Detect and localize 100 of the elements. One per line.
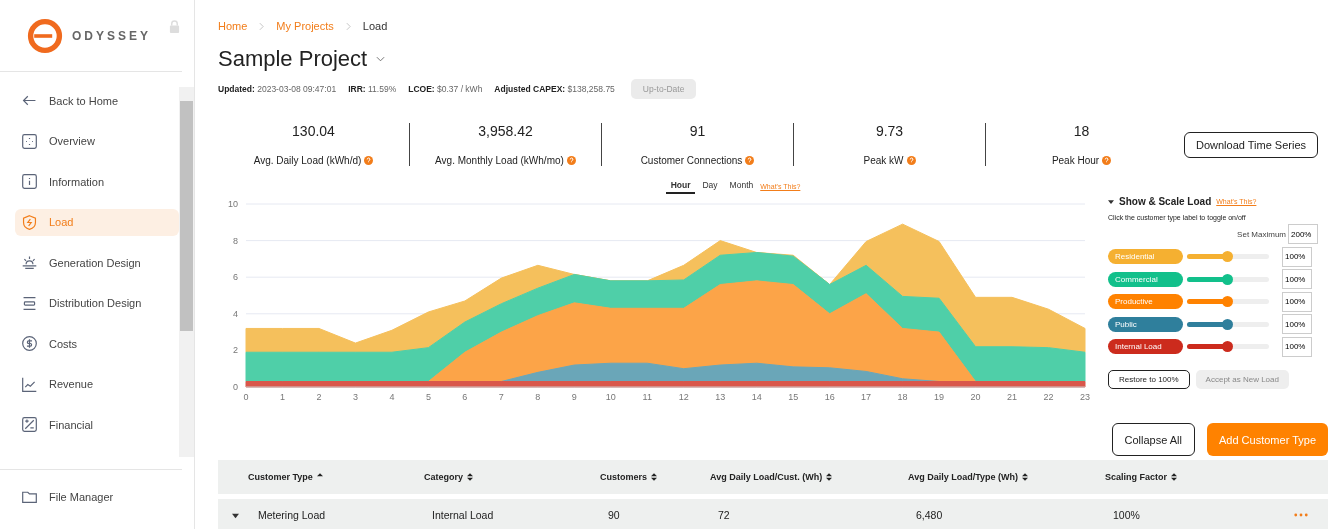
column-header[interactable]: Scaling Factor [1105,472,1225,482]
x-tick-label: 19 [934,392,945,402]
x-tick-label: 13 [715,392,726,402]
sidebar-item[interactable]: Financial [15,411,179,438]
help-icon[interactable] [566,156,576,165]
chevron-right-icon [259,21,265,31]
column-header[interactable]: Category [424,472,600,482]
x-tick-label: 9 [571,392,577,402]
max-input[interactable]: 200% [1288,224,1318,244]
sidebar-item[interactable]: Information [15,168,179,195]
sidebar-item[interactable]: Overview [15,127,179,155]
sidebar-item[interactable]: Distribution Design [15,289,179,317]
x-tick-label: 15 [788,392,799,402]
meta-item: IRR: 11.59% [348,84,397,94]
column-header[interactable]: Customers [600,472,710,482]
sidebar-item[interactable]: Back to Home [15,87,179,114]
scale-input[interactable]: 100% [1282,291,1312,312]
download-button[interactable]: Download Time Series [1184,131,1319,158]
x-tick-label: 20 [970,392,981,402]
table-cell-text: Metering Load [258,509,327,521]
max-label: Set Maximum [1237,229,1286,239]
scale-slider[interactable] [1187,299,1269,304]
sidebar-item[interactable]: File Manager [15,483,194,510]
help-icon[interactable] [1102,156,1112,165]
scale-slider[interactable] [1187,254,1269,259]
stat-label: Avg. Monthly Load (kWh/mo) [435,155,564,166]
scale-input[interactable]: 100% [1282,246,1312,267]
sidebar-item[interactable]: Generation Design [15,249,179,276]
stat-value: 18 [1073,123,1090,139]
panel-title: Show & Scale Load [1119,196,1212,207]
meta-item: LCOE: $0.37 / kWh [408,84,483,94]
chevron-right-icon [345,21,351,31]
logo-icon [27,17,63,54]
scale-slider[interactable] [1187,321,1269,327]
scrollbar[interactable] [179,87,194,457]
column-header[interactable]: Avg Daily Load/Type (Wh) [908,472,1105,482]
load-icon [21,213,38,231]
caret-down-icon[interactable] [232,511,239,519]
financial-icon [21,416,38,433]
x-tick-label: 22 [1043,392,1054,402]
x-tick-label: 8 [535,392,541,402]
scale-input[interactable]: 100% [1282,269,1312,289]
table-cell-text: Internal Load [432,509,495,521]
x-tick-label: 2 [316,392,322,402]
x-tick-label: 10 [605,392,616,402]
column-header[interactable]: Customer Type [248,472,424,482]
x-tick-label: 1 [279,392,285,402]
stat-value: 3,958.42 [478,123,533,139]
help-icon[interactable] [745,156,755,165]
scale-slider[interactable] [1187,344,1269,349]
current-page-label: Load [362,20,388,32]
table-cell-text: 72 [718,509,731,521]
costs-icon [21,335,38,352]
help-icon[interactable] [906,156,916,165]
restore-button[interactable]: Restore to 100% [1108,369,1190,389]
customer-type-toggle[interactable]: Public [1108,316,1183,332]
collapse-button[interactable]: Collapse All [1111,423,1195,456]
scale-input[interactable]: 100% [1282,314,1312,334]
x-tick-label: 12 [678,392,689,402]
sidebar-item[interactable]: Revenue [15,370,179,398]
revenue-icon [21,375,38,393]
meta-item: Adjusted CAPEX: $138,258.75 [494,84,615,94]
x-tick-label: 0 [243,392,249,402]
customer-type-toggle[interactable]: Internal Load [1108,339,1183,354]
info-icon [21,173,38,190]
period-tab[interactable]: Day [697,178,723,194]
stat-label: Peak kW [863,155,904,166]
x-tick-label: 21 [1007,392,1018,402]
stat-label: Peak Hour [1051,155,1100,166]
stat-label: Customer Connections [640,155,743,166]
period-tab[interactable]: Month [724,178,759,194]
column-header[interactable]: Avg Daily Load/Cust. (Wh) [710,472,908,482]
y-tick-label: 0 [233,382,238,392]
x-tick-label: 3 [352,392,358,402]
y-tick-label: 4 [233,308,238,319]
x-tick-label: 11 [642,392,652,402]
table-cell-text: 100% [1113,509,1141,521]
x-tick-label: 5 [425,392,431,402]
y-tick-label: 8 [233,235,238,246]
x-tick-label: 23 [1080,392,1090,402]
chevron-down-icon[interactable] [376,56,386,62]
overview-icon [21,132,38,150]
period-tab[interactable]: Hour [665,178,696,194]
x-tick-label: 16 [824,392,835,402]
stat-value: 91 [689,123,706,139]
y-tick-label: 2 [233,345,238,356]
caret-down-icon[interactable] [1108,199,1114,204]
table-cell-text: 90 [608,509,621,521]
scale-slider[interactable] [1187,276,1269,282]
scale-input[interactable]: 100% [1282,336,1312,357]
sidebar-item[interactable]: Costs [15,330,179,357]
more-icon[interactable] [1294,513,1308,517]
y-tick-label: 10 [228,199,238,209]
meta-item: Updated: 2023-03-08 09:47:01 [218,84,337,94]
x-tick-label: 7 [498,392,504,402]
stat-value: 9.73 [875,123,904,139]
x-tick-label: 4 [389,392,395,402]
brand-name: ODYSSEY [72,28,152,43]
help-icon[interactable] [364,156,374,165]
x-tick-label: 6 [462,392,468,402]
